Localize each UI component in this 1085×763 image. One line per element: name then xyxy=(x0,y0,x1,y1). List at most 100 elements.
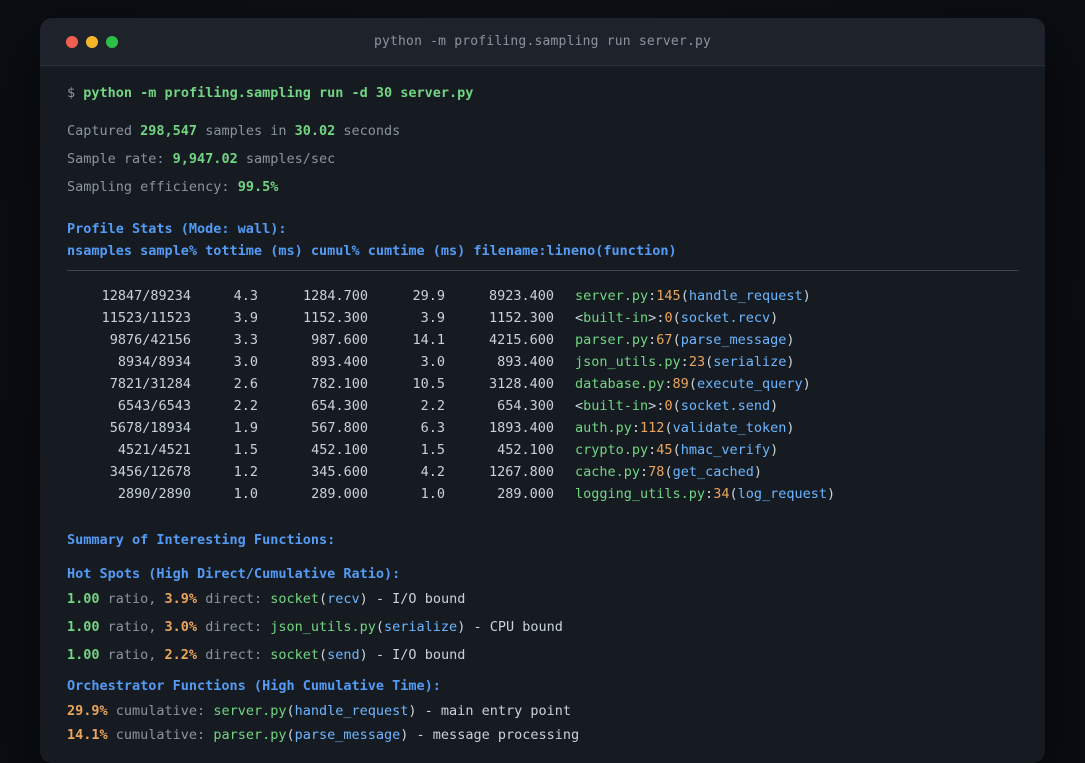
file-name: json_utils.py xyxy=(575,354,681,370)
cell-cumtime: 1152.300 xyxy=(488,310,554,326)
profile-stats-title: Profile Stats (Mode: wall): xyxy=(67,221,287,237)
line-number: 45 xyxy=(656,442,673,458)
paren-close: ) xyxy=(408,703,417,719)
cell-sample-pct: 4.3 xyxy=(233,288,258,304)
table-row: 7821/31284 2.6 782.100 10.5 3128.400 database… xyxy=(67,373,1018,395)
cell-cumtime: 654.300 xyxy=(497,398,554,414)
cell-sample-pct: 1.2 xyxy=(233,464,258,480)
function-name: recv xyxy=(327,591,360,607)
maximize-button[interactable] xyxy=(106,35,118,48)
cell-cumtime: 1267.800 xyxy=(488,464,554,480)
function-name: parse_message xyxy=(294,727,401,743)
direct-label: direct: xyxy=(197,647,271,663)
cell-nsamples: 4521/4521 xyxy=(117,442,191,458)
table-divider xyxy=(67,270,1018,271)
bound-note: - CPU bound xyxy=(465,619,563,635)
line-number: 89 xyxy=(672,376,689,392)
function-name: socket.send xyxy=(680,398,771,414)
file-name: json_utils.py xyxy=(270,619,376,635)
shell-prompt: $ xyxy=(67,85,76,101)
paren-close: ) xyxy=(802,288,811,304)
summary-title: Summary of Interesting Functions: xyxy=(67,532,336,548)
paren-open: ( xyxy=(672,310,681,326)
function-name: handle_request xyxy=(688,288,803,304)
cumulative-pct-value: 14.1% xyxy=(67,727,108,743)
line-number: 34 xyxy=(713,486,730,502)
cell-tottime: 345.600 xyxy=(311,464,368,480)
paren-open: ( xyxy=(286,703,295,719)
cell-nsamples: 9876/42156 xyxy=(109,332,191,348)
minimize-button[interactable] xyxy=(86,35,98,48)
cell-cumul-pct: 10.5 xyxy=(412,376,445,392)
table-row: 8934/8934 3.0 893.400 3.0 893.400 json_utils.… xyxy=(67,351,1018,373)
file-name: socket xyxy=(270,591,319,607)
ratio-value: 1.00 xyxy=(67,619,100,635)
cell-nsamples: 11523/11523 xyxy=(101,310,191,326)
ratio-label: ratio, xyxy=(99,647,165,663)
command-line: $ python -m profiling.sampling run -d 30… xyxy=(67,84,1018,102)
file-name: parser.py xyxy=(575,332,649,348)
cell-nsamples: 7821/31284 xyxy=(109,376,191,392)
efficiency-label: Sampling efficiency: xyxy=(67,179,238,195)
captured-label: Captured xyxy=(67,123,141,139)
paren-open: ( xyxy=(664,464,673,480)
cell-tottime: 654.300 xyxy=(311,398,368,414)
table-row: 12847/89234 4.3 1284.700 29.9 8923.400 server… xyxy=(67,285,1018,307)
table-row: 5678/18934 1.9 567.800 6.3 1893.400 auth.py:1… xyxy=(67,417,1018,439)
sample-rate-value: 9,947.02 xyxy=(172,151,238,167)
cell-cumtime: 8923.400 xyxy=(488,288,554,304)
window-controls xyxy=(66,35,118,48)
cell-tottime: 567.800 xyxy=(311,420,368,436)
function-name: validate_token xyxy=(672,420,787,436)
cell-cumul-pct: 4.2 xyxy=(420,464,445,480)
paren-close: ) xyxy=(786,420,795,436)
close-button[interactable] xyxy=(66,35,78,48)
hot-spots-title: Hot Spots (High Direct/Cumulative Ratio)… xyxy=(67,566,401,582)
entry-note: - main entry point xyxy=(416,703,571,719)
line-number: 112 xyxy=(640,420,665,436)
function-name: get_cached xyxy=(672,464,754,480)
titlebar[interactable]: python -m profiling.sampling run server.… xyxy=(40,18,1045,66)
cell-nsamples: 2890/2890 xyxy=(117,486,191,502)
file-name: parser.py xyxy=(213,727,287,743)
ratio-value: 1.00 xyxy=(67,647,100,663)
cell-sample-pct: 1.5 xyxy=(233,442,258,458)
direct-label: direct: xyxy=(197,619,271,635)
direct-pct-value: 2.2% xyxy=(164,647,198,663)
cell-sample-pct: 3.9 xyxy=(233,310,258,326)
line-number: 0 xyxy=(664,398,673,414)
function-name: send xyxy=(327,647,360,663)
file-name: database.py xyxy=(575,376,665,392)
paren-close: ) xyxy=(359,647,368,663)
paren-open: ( xyxy=(375,619,385,635)
file-name: server.py xyxy=(575,288,649,304)
cell-cumul-pct: 6.3 xyxy=(420,420,445,436)
line-number: 0 xyxy=(664,310,673,326)
sample-rate-line: Sample rate: 9,947.02 samples/sec xyxy=(67,150,1018,168)
paren-close: ) xyxy=(827,486,836,502)
cell-cumtime: 893.400 xyxy=(497,354,554,370)
file-name: logging_utils.py xyxy=(575,486,706,502)
paren-close: ) xyxy=(753,464,762,480)
file-name: socket xyxy=(270,647,319,663)
cell-location: <built-in>:0(socket.recv) xyxy=(575,307,778,329)
cell-location: logging_utils.py:34(log_request) xyxy=(575,483,835,505)
file-name: built-in xyxy=(583,398,649,414)
profile-table: 12847/89234 4.3 1284.700 29.9 8923.400 server… xyxy=(67,285,1018,505)
file-name: auth.py xyxy=(575,420,632,436)
terminal-content[interactable]: $ python -m profiling.sampling run -d 30… xyxy=(40,66,1045,744)
function-name: hmac_verify xyxy=(680,442,771,458)
direct-pct-value: 3.0% xyxy=(164,619,198,635)
efficiency-line: Sampling efficiency: 99.5% xyxy=(67,178,1018,196)
paren-open: ( xyxy=(688,376,697,392)
cell-cumul-pct: 3.0 xyxy=(420,354,445,370)
paren-close: ) xyxy=(786,332,795,348)
cell-tottime: 987.600 xyxy=(311,332,368,348)
cell-cumtime: 289.000 xyxy=(497,486,554,502)
cell-location: database.py:89(execute_query) xyxy=(575,373,811,395)
cell-location: json_utils.py:23(serialize) xyxy=(575,351,795,373)
paren-open: ( xyxy=(319,647,328,663)
function-name: execute_query xyxy=(696,376,803,392)
captured-label-end: seconds xyxy=(335,123,401,139)
table-row: 4521/4521 1.5 452.100 1.5 452.100 crypto.py:4… xyxy=(67,439,1018,461)
